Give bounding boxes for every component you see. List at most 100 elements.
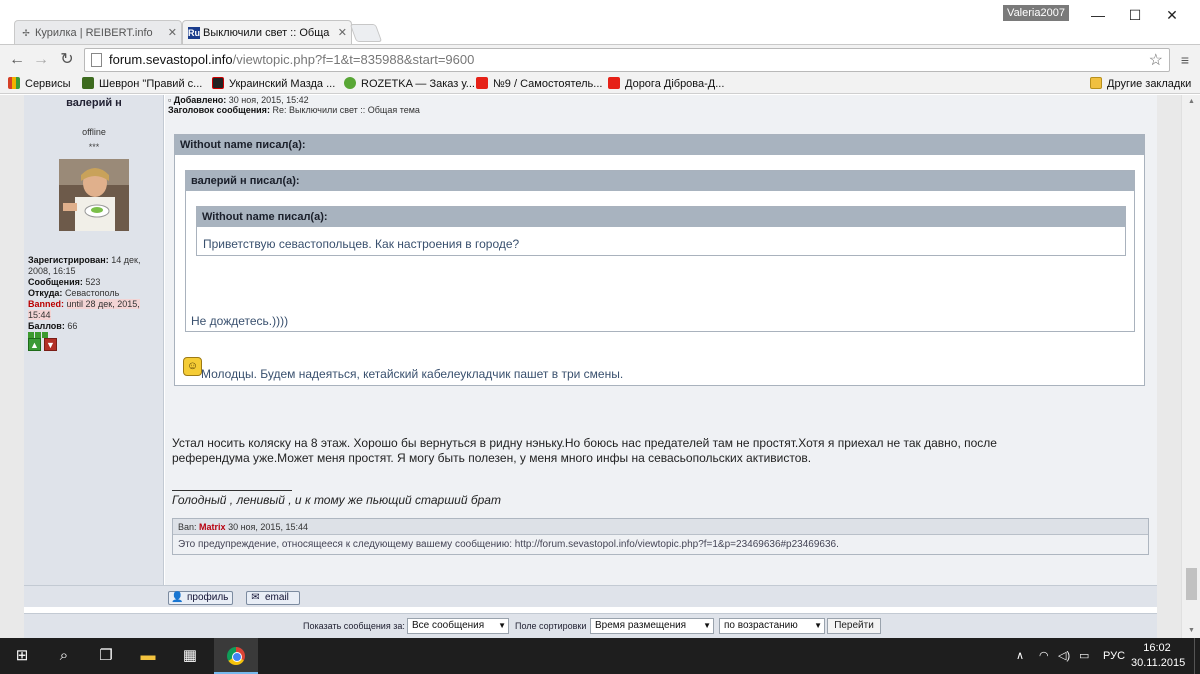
windows-start-icon[interactable]: ⊞	[0, 638, 44, 674]
quote-header: Without name писал(а):	[197, 207, 1125, 227]
sort-field-label: Поле сортировки	[515, 621, 587, 631]
scroll-down-arrow-icon[interactable]: ▼	[1182, 624, 1200, 638]
dropdown-arrow-icon: ▼	[498, 621, 506, 630]
folder-icon	[1090, 77, 1102, 89]
url-text: forum.sevastopol.info/viewtopic.php?f=1&…	[109, 52, 475, 67]
file-explorer-icon[interactable]: ▬	[126, 638, 170, 674]
minimize-button[interactable]: —	[1078, 4, 1118, 26]
dropdown-arrow-icon: ▼	[703, 621, 711, 630]
online-status: offline	[82, 127, 106, 137]
scrollbar-thumb[interactable]	[1186, 568, 1197, 600]
poster-name[interactable]: валерий н	[24, 95, 164, 112]
page-viewport: валерий н offline *** Зарегистрирован: 1…	[0, 95, 1181, 638]
page-icon	[91, 53, 102, 67]
language-indicator[interactable]: РУС	[1103, 638, 1125, 674]
post-icon: ▫	[168, 95, 172, 105]
ban-notice-header: Ban: Matrix 30 ноя, 2015, 15:44	[173, 519, 1148, 535]
youtube-icon	[608, 77, 620, 89]
bookmark-chevron[interactable]: Шеврон "Правий с...	[82, 76, 202, 92]
clock[interactable]: 16:02 30.11.2015	[1131, 641, 1185, 671]
quote-header: Without name писал(а):	[175, 135, 1144, 155]
moderator-link[interactable]: Matrix	[199, 522, 226, 532]
browser-toolbar: ← → ↻ forum.sevastopol.info/viewtopic.ph…	[0, 44, 1200, 74]
quote-block-inner: Without name писал(а): Приветствую севас…	[196, 206, 1126, 256]
search-icon[interactable]: ⌕	[42, 638, 86, 674]
sort-field-select[interactable]: Время размещения ▼	[590, 618, 714, 634]
store-icon[interactable]: ▦	[168, 638, 212, 674]
quote-block-middle: валерий н писал(а): Without name писал(а…	[185, 170, 1135, 332]
reload-icon[interactable]: ↻	[56, 49, 78, 71]
windows-taskbar: ⊞ ⌕ ❐ ▬ ▦ ∧ ◠ ◁) ▭ РУС 16:02 30.11.2015	[0, 638, 1200, 674]
tray-chevron-icon[interactable]: ∧	[1016, 638, 1024, 674]
address-bar[interactable]: forum.sevastopol.info/viewtopic.php?f=1&…	[84, 48, 1170, 72]
post-content-column: ▫ Добавлено: 30 ноя, 2015, 15:42 Заголов…	[165, 95, 1157, 585]
youtube-icon	[476, 77, 488, 89]
task-view-icon[interactable]: ❐	[84, 638, 128, 674]
signature: Голодный , ленивый , и к тому же пьющий …	[172, 493, 501, 507]
profile-button[interactable]: 👤 профиль	[168, 591, 234, 605]
bookmark-youtube-1[interactable]: №9 / Самостоятель...	[476, 76, 602, 92]
quote-text: Не дождетесь.))))	[191, 314, 289, 328]
profile-icon: 👤	[171, 592, 184, 603]
thumbs-up-icon[interactable]: ▲	[28, 338, 41, 351]
bookmarks-bar: Сервисы Шеврон "Правий с... Украинский М…	[0, 74, 1200, 94]
quote-text: Молодцы. Будем надеяться, кетайский кабе…	[201, 367, 624, 381]
post-body: Устал носить коляску на 8 этаж. Хорошо б…	[172, 436, 997, 465]
tab-label: Выключили свет :: Обща	[203, 27, 330, 39]
quote-text: Приветствую севастопольцев. Как настроен…	[203, 237, 520, 251]
avatar	[59, 159, 129, 231]
profile-badge[interactable]: Valeria2007	[1003, 5, 1069, 21]
sort-order-select[interactable]: по возрастанию ▼	[719, 618, 825, 634]
envelope-icon: ✉	[251, 592, 260, 603]
volume-icon[interactable]: ◁)	[1058, 638, 1070, 674]
bookmark-rozetka[interactable]: ROZETKA — Заказ у...	[344, 76, 475, 92]
rank-stars: ***	[88, 142, 100, 152]
sort-controls: Показать сообщения за: Все сообщения ▼ По…	[24, 613, 1157, 638]
ban-notice: Ban: Matrix 30 ноя, 2015, 15:44 Это пред…	[172, 518, 1149, 555]
new-tab-button[interactable]	[349, 24, 383, 42]
close-tab-icon[interactable]: ✕	[168, 21, 177, 44]
tab-sevastopol-forum[interactable]: Ru Выключили свет :: Обща ✕	[182, 20, 352, 44]
ban-notice-text: Это предупреждение, относящееся к следую…	[178, 539, 839, 550]
bookmark-star-icon[interactable]: ☆	[1149, 50, 1163, 70]
go-button[interactable]: Перейти	[827, 618, 881, 634]
chevron-shield-icon	[82, 77, 94, 89]
tab-label: Курилка | REIBERT.info	[35, 27, 153, 39]
rozetka-icon	[344, 77, 356, 89]
post-meta: ▫ Добавлено: 30 ноя, 2015, 15:42 Заголов…	[168, 95, 420, 115]
quote-block-outer: Without name писал(а): валерий н писал(а…	[174, 134, 1145, 386]
close-window-button[interactable]: ✕	[1152, 4, 1192, 26]
smiley-icon: ☺	[183, 357, 202, 376]
network-icon[interactable]: ◠	[1039, 638, 1049, 674]
chrome-menu-icon[interactable]: ≡	[1175, 49, 1195, 71]
back-arrow-icon[interactable]: ←	[6, 49, 28, 71]
email-button[interactable]: ✉ email	[246, 591, 300, 605]
close-tab-icon[interactable]: ✕	[338, 21, 347, 44]
bookmark-youtube-2[interactable]: Дорога Діброва-Д...	[608, 76, 724, 92]
poster-details: Зарегистрирован: 14 дек, 2008, 16:15 Соо…	[28, 255, 141, 331]
tab-reibert[interactable]: ✢ Курилка | REIBERT.info ✕	[14, 20, 182, 44]
notifications-icon[interactable]: ▭	[1079, 638, 1089, 674]
tab-favicon-icon: ✢	[22, 28, 30, 38]
show-messages-label: Показать сообщения за:	[303, 621, 405, 631]
bookmark-mazda[interactable]: Украинский Мазда ...	[212, 76, 335, 92]
browser-title-bar: ✢ Курилка | REIBERT.info ✕ Ru Выключили …	[0, 0, 1200, 44]
forward-arrow-icon[interactable]: →	[30, 49, 52, 71]
signature-divider	[172, 490, 292, 491]
apps-icon	[8, 77, 20, 89]
show-desktop-button[interactable]	[1194, 638, 1200, 674]
quote-header: валерий н писал(а):	[186, 171, 1134, 191]
scroll-up-arrow-icon[interactable]: ▲	[1182, 95, 1200, 109]
maximize-button[interactable]: ☐	[1115, 4, 1155, 26]
bookmark-other-folder[interactable]: Другие закладки	[1090, 76, 1191, 92]
show-messages-select[interactable]: Все сообщения ▼	[407, 618, 509, 634]
tab-favicon-icon: Ru	[188, 27, 200, 39]
dropdown-arrow-icon: ▼	[814, 621, 822, 630]
bookmark-services[interactable]: Сервисы	[8, 76, 71, 92]
chrome-taskbar-icon[interactable]	[214, 638, 258, 674]
thumbs-down-icon[interactable]: ▼	[44, 338, 57, 351]
poster-profile-column: валерий н offline *** Зарегистрирован: 1…	[24, 95, 164, 585]
mazda-icon	[212, 77, 224, 89]
post-footer: 👤 профиль ✉ email	[24, 585, 1157, 607]
page-scrollbar[interactable]: ▲ ▼	[1181, 95, 1200, 638]
